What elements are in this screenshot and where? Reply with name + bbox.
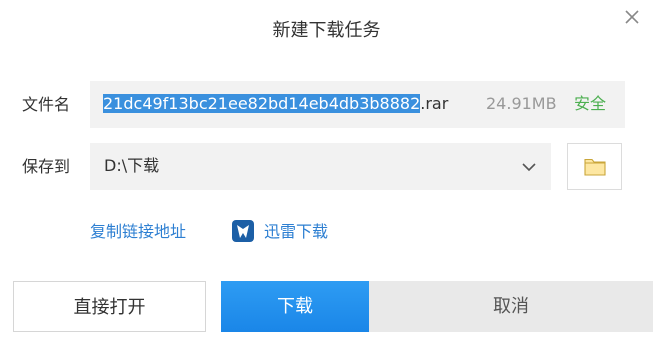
browse-folder-button[interactable]: [567, 143, 622, 190]
close-button[interactable]: [621, 6, 643, 28]
download-dialog: 新建下载任务 文件名 21dc49f13bc21ee82bd14eb4db3b8…: [0, 0, 653, 338]
filename-selected-part: 21dc49f13bc21ee82bd14eb4db3b8882: [103, 94, 421, 113]
copy-link-address-link[interactable]: 复制链接地址: [90, 222, 186, 242]
close-icon: [625, 10, 639, 24]
filename-text[interactable]: 21dc49f13bc21ee82bd14eb4db3b8882.rar: [103, 94, 448, 114]
download-button[interactable]: 下载: [221, 281, 369, 332]
xunlei-icon[interactable]: [231, 219, 255, 243]
open-directly-button[interactable]: 直接打开: [13, 281, 206, 332]
save-path-value: D:\下载: [104, 156, 160, 175]
filename-label: 文件名: [22, 95, 71, 114]
folder-icon: [584, 158, 606, 176]
filename-field[interactable]: 21dc49f13bc21ee82bd14eb4db3b8882.rar 24.…: [90, 81, 625, 128]
file-size: 24.91MB: [486, 94, 557, 113]
cancel-button[interactable]: 取消: [369, 281, 653, 332]
xunlei-download-link[interactable]: 迅雷下载: [264, 222, 328, 242]
dialog-title: 新建下载任务: [272, 20, 381, 41]
save-path-select[interactable]: D:\下载: [90, 143, 551, 190]
chevron-down-icon: [522, 163, 536, 172]
filename-extension: .rar: [420, 94, 449, 113]
save-path-label: 保存到: [22, 157, 71, 176]
safety-status: 安全: [574, 94, 607, 113]
